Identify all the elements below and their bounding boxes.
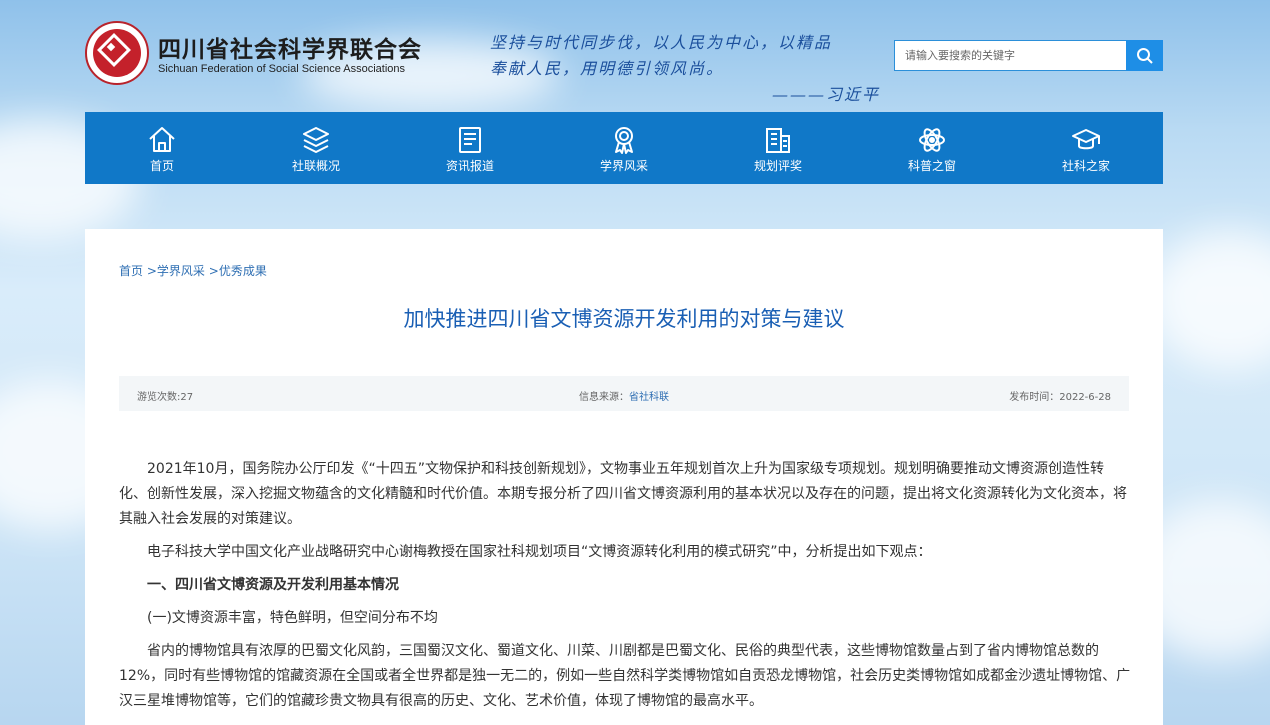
views-label: 游览次数: [137,392,181,403]
article-paragraph: 2021年10月，国务院办公厅印发《“十四五”文物保护和科技创新规划》，文物事业… [119,461,1127,527]
background-cloud [1150,230,1270,370]
nav-label: 学界风采 [599,159,648,173]
org-name-cn[interactable]: 四川省社会科学界联合会 [158,30,422,64]
nav-item-planning[interactable]: 规划评奖 [701,112,855,184]
date-label: 发布时间： [1009,392,1060,403]
article-body: 2021年10月，国务院办公厅印发《“十四五”文物保护和科技创新规划》，文物事业… [119,457,1131,722]
source-label: 信息来源： [579,392,629,403]
article-meta: 游览次数:27 信息来源：省社科联 发布时间：2022-6-28 [119,376,1129,411]
nav-label: 社联概况 [291,159,340,173]
org-name-en: Sichuan Federation of Social Science Ass… [158,63,406,75]
breadcrumb-separator: > [208,264,219,278]
article-container: 首页 >学界风采 >优秀成果 加快推进四川省文博资源开发利用的对策与建议 游览次… [85,229,1163,725]
nav-item-news[interactable]: 资讯报道 [393,112,547,184]
publish-date: 发布时间：2022-6-28 [1009,388,1111,403]
view-count: 游览次数:27 [137,388,193,403]
search-icon [1136,47,1153,64]
article-paragraph: 省内的博物馆具有浓厚的巴蜀文化风韵，三国蜀汉文化、蜀道文化、川菜、川剧都是巴蜀文… [119,643,1131,709]
nav-item-home[interactable]: 首页 [85,112,239,184]
home-icon [149,127,175,152]
logo-emblem[interactable] [85,21,149,85]
breadcrumb-separator: > [146,264,157,278]
nav-item-home-of-social-science[interactable]: 社科之家 [1009,112,1163,184]
breadcrumb-home[interactable]: 首页 [119,264,143,278]
nav-label: 科普之窗 [907,159,956,173]
search-input[interactable] [894,40,1126,71]
article-title: 加快推进四川省文博资源开发利用的对策与建议 [403,307,845,331]
graduation-cap-icon [1072,129,1100,150]
nav-label: 社科之家 [1061,159,1110,173]
atom-icon [919,128,945,152]
leader-quote: 坚持与时代同步伐，以人民为中心，以精品 奉献人民，用明德引领风尚。 ———习近平 [490,30,880,108]
nav-label: 资讯报道 [445,159,494,173]
main-nav: 首页 社联概况 资讯报道 学界风采 规划评奖 科普之窗 社科之家 [85,112,1163,184]
nav-item-overview[interactable]: 社联概况 [239,112,393,184]
nav-item-science[interactable]: 科普之窗 [855,112,1009,184]
nav-item-academic[interactable]: 学界风采 [547,112,701,184]
quote-line-2: 奉献人民，用明德引领风尚。 [490,59,725,78]
breadcrumb-results[interactable]: 优秀成果 [219,264,267,278]
source-value[interactable]: 省社科联 [629,392,669,403]
nav-label: 首页 [149,159,174,173]
date-value: 2022-6-28 [1059,392,1111,403]
medal-icon [615,127,633,154]
quote-line-1: 坚持与时代同步伐，以人民为中心，以精品 [490,33,833,52]
section-heading: 一、四川省文博资源及开发利用基本情况 [147,577,399,593]
search-button[interactable] [1126,40,1163,71]
breadcrumb-academic[interactable]: 学界风采 [157,264,205,278]
document-icon [459,127,481,153]
layers-icon [303,127,329,153]
nav-label: 规划评奖 [753,159,802,173]
building-icon [766,128,790,153]
quote-author: ———习近平 [771,85,880,104]
subsection-heading: (一)文博资源丰富，特色鲜明，但空间分布不均 [147,610,438,626]
info-source: 信息来源：省社科联 [579,388,669,403]
views-value: 27 [180,392,194,403]
search-box [894,40,1163,71]
article-paragraph: 电子科技大学中国文化产业战略研究中心谢梅教授在国家社科规划项目“文博资源转化利用… [147,544,932,560]
site-header: 四川省社会科学界联合会 Sichuan Federation of Social… [85,18,1163,104]
breadcrumb: 首页 >学界风采 >优秀成果 [119,262,267,279]
